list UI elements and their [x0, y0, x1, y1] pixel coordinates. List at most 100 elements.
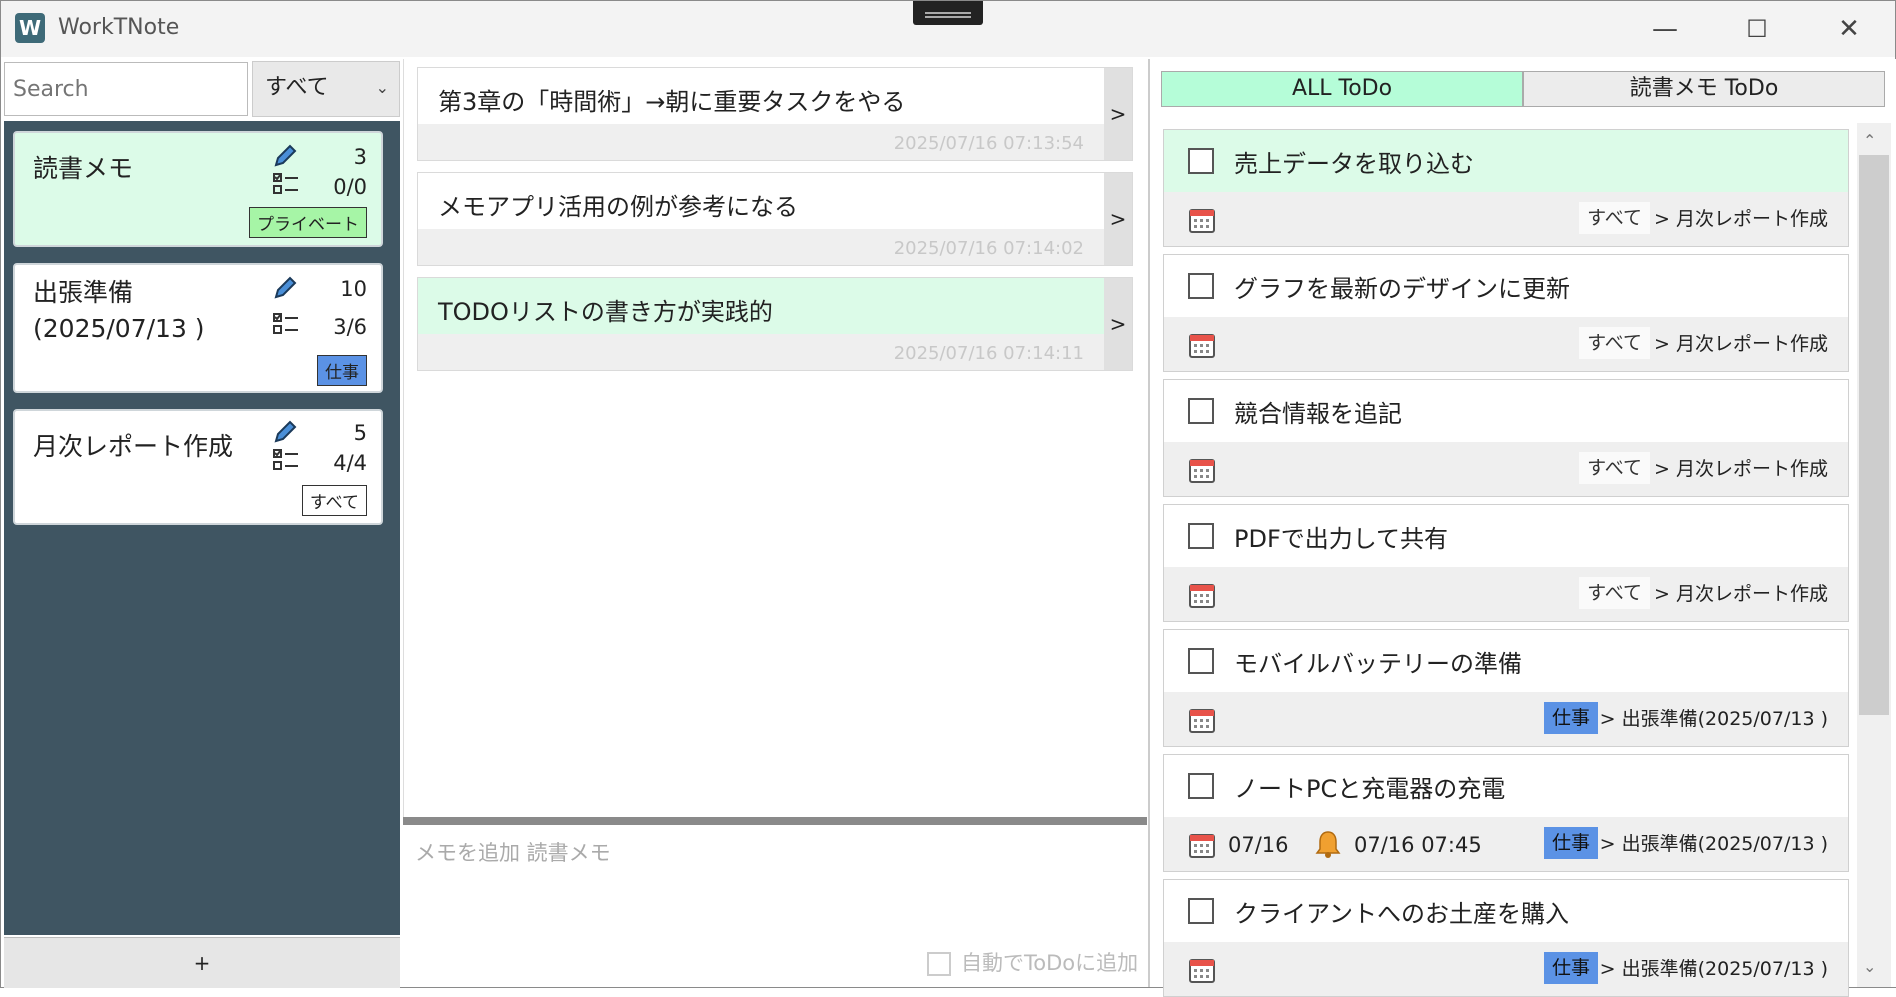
- todo-notebook-path[interactable]: > 月次レポート作成: [1654, 329, 1828, 356]
- tab-notebook-todo[interactable]: 読書メモ ToDo: [1523, 71, 1885, 107]
- notebook-card-business-trip[interactable]: 出張準備 (2025/07/13 ) 10 3/6 仕事: [13, 263, 383, 393]
- notebook-card-reading-memo[interactable]: 読書メモ 3 0/0 プライベート: [13, 131, 383, 247]
- checklist-icon: [273, 173, 298, 194]
- notebook-tag: すべて: [301, 485, 367, 516]
- auto-todo-label: 自動でToDoに追加: [961, 951, 1139, 975]
- todo-tag: すべて: [1579, 202, 1650, 234]
- notebook-card-monthly-report[interactable]: 月次レポート作成 5 4/4 すべて: [13, 409, 383, 525]
- app-window: W WorkTNote — ☐ ✕ すべて ⌄ 読書メモ 3 0/0 プライベー…: [0, 0, 1896, 997]
- calendar-icon[interactable]: [1188, 956, 1216, 984]
- calendar-icon[interactable]: [1188, 456, 1216, 484]
- search-input[interactable]: [4, 62, 248, 116]
- tab-all-todo[interactable]: ALL ToDo: [1161, 71, 1523, 107]
- auto-todo-checkbox[interactable]: 自動でToDoに追加: [927, 947, 1138, 977]
- todo-checkbox[interactable]: [1188, 148, 1214, 174]
- todo-text: クライアントへのお土産を購入: [1234, 900, 1570, 928]
- checkbox-icon: [927, 952, 951, 976]
- close-button[interactable]: ✕: [1829, 11, 1869, 47]
- pencil-icon: [274, 144, 297, 167]
- memo-item[interactable]: TODOリストの書き方が実践的 2025/07/16 07:14:11 >: [417, 277, 1133, 371]
- todo-item[interactable]: クライアントへのお土産を購入仕事 > 出張準備(2025/07/13 ): [1163, 879, 1849, 997]
- memo-item[interactable]: メモアプリ活用の例が参考になる 2025/07/16 07:14:02 >: [417, 172, 1133, 266]
- app-logo-icon: W: [15, 13, 45, 43]
- todo-notebook-path[interactable]: > 出張準備(2025/07/13 ): [1600, 829, 1828, 856]
- todo-notebook-path[interactable]: > 月次レポート作成: [1654, 579, 1828, 606]
- calendar-icon[interactable]: [1188, 831, 1216, 859]
- chevron-down-icon: ⌄: [375, 78, 389, 97]
- todo-item[interactable]: 競合情報を追記すべて > 月次レポート作成: [1163, 379, 1849, 497]
- todo-notebook-path[interactable]: > 出張準備(2025/07/13 ): [1600, 954, 1828, 981]
- checklist-icon: [273, 449, 298, 470]
- todo-tag: 仕事: [1543, 827, 1598, 859]
- memo-text: 第3章の「時間術」→朝に重要タスクをやる: [438, 88, 906, 116]
- todo-item[interactable]: モバイルバッテリーの準備 仕事 > 出張準備(2025/07/13 ): [1163, 629, 1849, 747]
- bell-icon[interactable]: [1314, 829, 1342, 859]
- notebook-title: 出張準備 (2025/07/13 ): [33, 278, 205, 343]
- pencil-icon: [274, 420, 297, 443]
- todo-text: ノートPCと充電器の充電: [1234, 775, 1506, 803]
- notebook-filter-select[interactable]: すべて ⌄: [252, 61, 400, 117]
- memo-item[interactable]: 第3章の「時間術」→朝に重要タスクをやる 2025/07/16 07:13:54…: [417, 67, 1133, 161]
- todo-count: 3/6: [333, 315, 367, 339]
- todo-tag: すべて: [1579, 452, 1650, 484]
- todo-text: PDFで出力して共有: [1234, 525, 1449, 553]
- todo-checkbox[interactable]: [1188, 398, 1214, 424]
- todo-notebook-path[interactable]: > 出張準備(2025/07/13 ): [1600, 704, 1828, 731]
- todo-notebook-path[interactable]: > 月次レポート作成: [1654, 454, 1828, 481]
- todo-tag: すべて: [1579, 327, 1650, 359]
- scrollbar-thumb[interactable]: [1859, 155, 1889, 715]
- memo-text: メモアプリ活用の例が参考になる: [438, 193, 798, 221]
- todo-tag: 仕事: [1543, 702, 1598, 734]
- todo-text: 競合情報を追記: [1234, 400, 1402, 428]
- filter-selected-value: すべて: [265, 75, 329, 100]
- todo-text: 売上データを取り込む: [1234, 150, 1474, 178]
- scroll-down-icon[interactable]: ⌄: [1863, 957, 1876, 976]
- todo-count: 0/0: [333, 175, 367, 199]
- todo-count: 4/4: [333, 451, 367, 475]
- memo-timestamp: 2025/07/16 07:14:11: [893, 343, 1084, 364]
- calendar-icon[interactable]: [1188, 706, 1216, 734]
- calendar-icon[interactable]: [1188, 206, 1216, 234]
- minimize-button[interactable]: —: [1645, 11, 1685, 47]
- todo-item[interactable]: グラフを最新のデザインに更新 すべて > 月次レポート作成: [1163, 254, 1849, 372]
- todo-item[interactable]: ノートPCと充電器の充電 07/16 07/16 07:45 仕事 > 出張準備(202…: [1163, 754, 1849, 872]
- app-title: WorkTNote: [58, 15, 180, 40]
- todo-checkbox[interactable]: [1188, 648, 1214, 674]
- notebook-title: 読書メモ: [33, 154, 134, 183]
- notebook-tag: 仕事: [317, 355, 367, 386]
- todo-checkbox[interactable]: [1188, 273, 1214, 299]
- todo-tag: すべて: [1579, 577, 1650, 609]
- todo-notebook-path[interactable]: > 月次レポート作成: [1654, 204, 1828, 231]
- memo-open-button[interactable]: >: [1104, 68, 1132, 160]
- pane-splitter[interactable]: [403, 817, 1147, 825]
- memo-count: 10: [340, 277, 367, 301]
- todo-due-date: 07/16: [1228, 833, 1289, 857]
- memo-open-button[interactable]: >: [1104, 173, 1132, 265]
- memo-text: TODOリストの書き方が実践的: [438, 298, 773, 326]
- pencil-icon: [274, 276, 297, 299]
- todo-text: グラフを最新のデザインに更新: [1234, 275, 1570, 303]
- memo-count: 3: [353, 145, 367, 169]
- memo-open-button[interactable]: >: [1104, 278, 1132, 370]
- todo-checkbox[interactable]: [1188, 773, 1214, 799]
- todo-text: モバイルバッテリーの準備: [1234, 650, 1522, 678]
- notebook-title: 月次レポート作成: [33, 432, 234, 461]
- add-notebook-button[interactable]: +: [4, 937, 400, 988]
- todo-tag: 仕事: [1543, 952, 1598, 984]
- calendar-icon[interactable]: [1188, 581, 1216, 609]
- window-grip-handle[interactable]: [913, 1, 983, 25]
- todo-item[interactable]: 売上データを取り込むすべて > 月次レポート作成: [1163, 129, 1849, 247]
- memo-count: 5: [353, 421, 367, 445]
- todo-item[interactable]: PDFで出力して共有すべて > 月次レポート作成: [1163, 504, 1849, 622]
- todo-checkbox[interactable]: [1188, 898, 1214, 924]
- checklist-icon: [273, 313, 298, 334]
- memo-timestamp: 2025/07/16 07:13:54: [893, 133, 1084, 154]
- memo-input-placeholder: メモを追加 読書メモ: [415, 841, 611, 865]
- todo-alarm-time: 07/16 07:45: [1354, 833, 1482, 857]
- todo-checkbox[interactable]: [1188, 523, 1214, 549]
- maximize-button[interactable]: ☐: [1737, 11, 1777, 47]
- memo-timestamp: 2025/07/16 07:14:02: [893, 238, 1084, 259]
- scroll-up-icon[interactable]: ⌃: [1863, 131, 1876, 150]
- title-bar: W WorkTNote — ☐ ✕: [1, 1, 1895, 57]
- calendar-icon[interactable]: [1188, 331, 1216, 359]
